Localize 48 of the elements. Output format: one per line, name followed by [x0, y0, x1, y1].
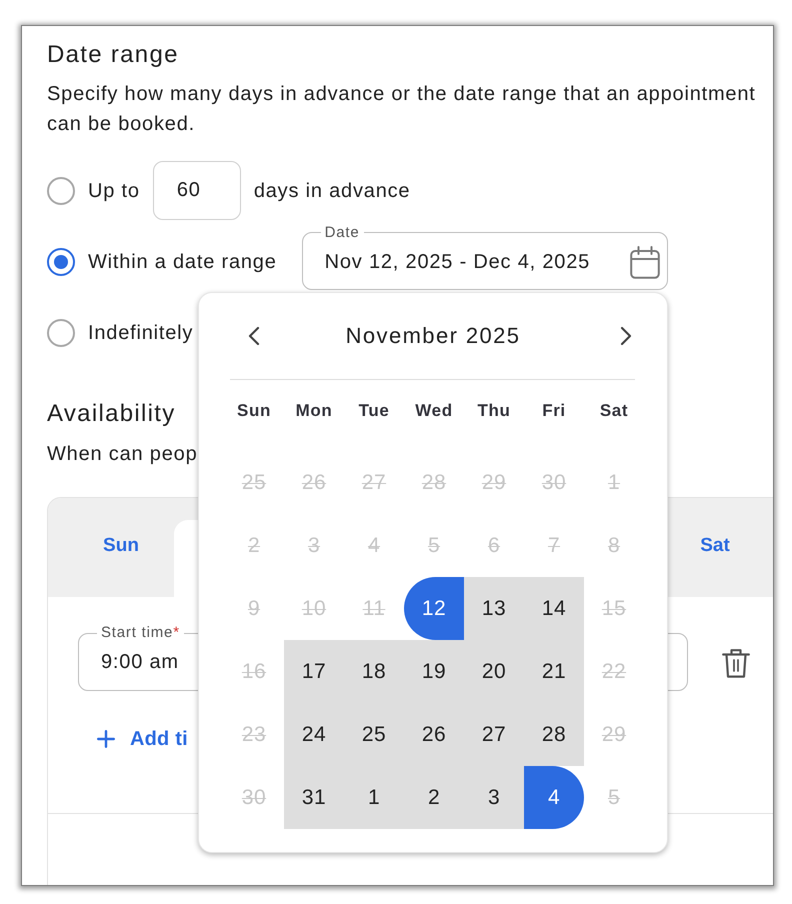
calendar-day[interactable]: 12: [404, 577, 464, 640]
calendar-day[interactable]: 19: [404, 640, 464, 703]
option-label: Up to: [88, 178, 140, 202]
weekday-label: Fri: [542, 401, 566, 421]
calendar-day[interactable]: 24: [284, 703, 344, 766]
add-time-button[interactable]: Add ti: [97, 724, 188, 754]
field-label: Date: [324, 224, 361, 242]
calendar-day[interactable]: 28: [524, 703, 584, 766]
calendar-day[interactable]: 17: [284, 640, 344, 703]
day-tab[interactable]: Sun: [48, 520, 174, 597]
section-description: When can peop: [47, 442, 198, 467]
weekday-label: Wed: [415, 401, 453, 421]
section-title: Availability: [47, 399, 176, 429]
trash-icon[interactable]: [722, 648, 750, 678]
option-label: Indefinitely: [88, 320, 194, 344]
option-label: Within a date range: [88, 250, 277, 274]
radio-button[interactable]: [47, 176, 75, 204]
calendar-day[interactable]: 14: [524, 577, 584, 640]
section-title: Date range: [47, 40, 179, 70]
chevron-right-icon[interactable]: [620, 326, 632, 346]
weekday-label: Tue: [358, 401, 390, 421]
date-field[interactable]: Date Nov 12, 2025 - Dec 4, 2025: [302, 224, 668, 290]
calendar-day[interactable]: 2: [404, 766, 464, 829]
chevron-left-icon[interactable]: [248, 326, 260, 346]
calendar-day[interactable]: 27: [464, 703, 524, 766]
section-description: Specify how many days in advance or the date range that an appointment can be booked.: [47, 82, 757, 137]
option-suffix: days in advance: [254, 178, 410, 202]
weekday-label: Sat: [600, 401, 628, 421]
weekday-label: Sun: [237, 401, 271, 421]
weekday-label: Mon: [296, 401, 332, 421]
calendar-day[interactable]: 21: [524, 640, 584, 703]
month-title: November 2025: [346, 323, 520, 349]
calendar-day[interactable]: 3: [464, 766, 524, 829]
calendar-day[interactable]: 20: [464, 640, 524, 703]
calendar-day[interactable]: 18: [344, 640, 404, 703]
field-label: Start time*: [100, 624, 181, 642]
days-input[interactable]: 60: [152, 161, 241, 220]
calendar-day[interactable]: 13: [464, 577, 524, 640]
radio-button[interactable]: [47, 318, 75, 346]
calendar-day[interactable]: 1: [344, 766, 404, 829]
calendar-day[interactable]: 31: [284, 766, 344, 829]
calendar-day[interactable]: 4: [524, 766, 584, 829]
calendar-icon[interactable]: [630, 246, 660, 278]
calendar-day[interactable]: 26: [404, 703, 464, 766]
radio-button[interactable]: [47, 248, 75, 276]
weekday-label: Thu: [478, 401, 510, 421]
calendar-day[interactable]: 25: [344, 703, 404, 766]
plus-icon: [97, 730, 115, 748]
